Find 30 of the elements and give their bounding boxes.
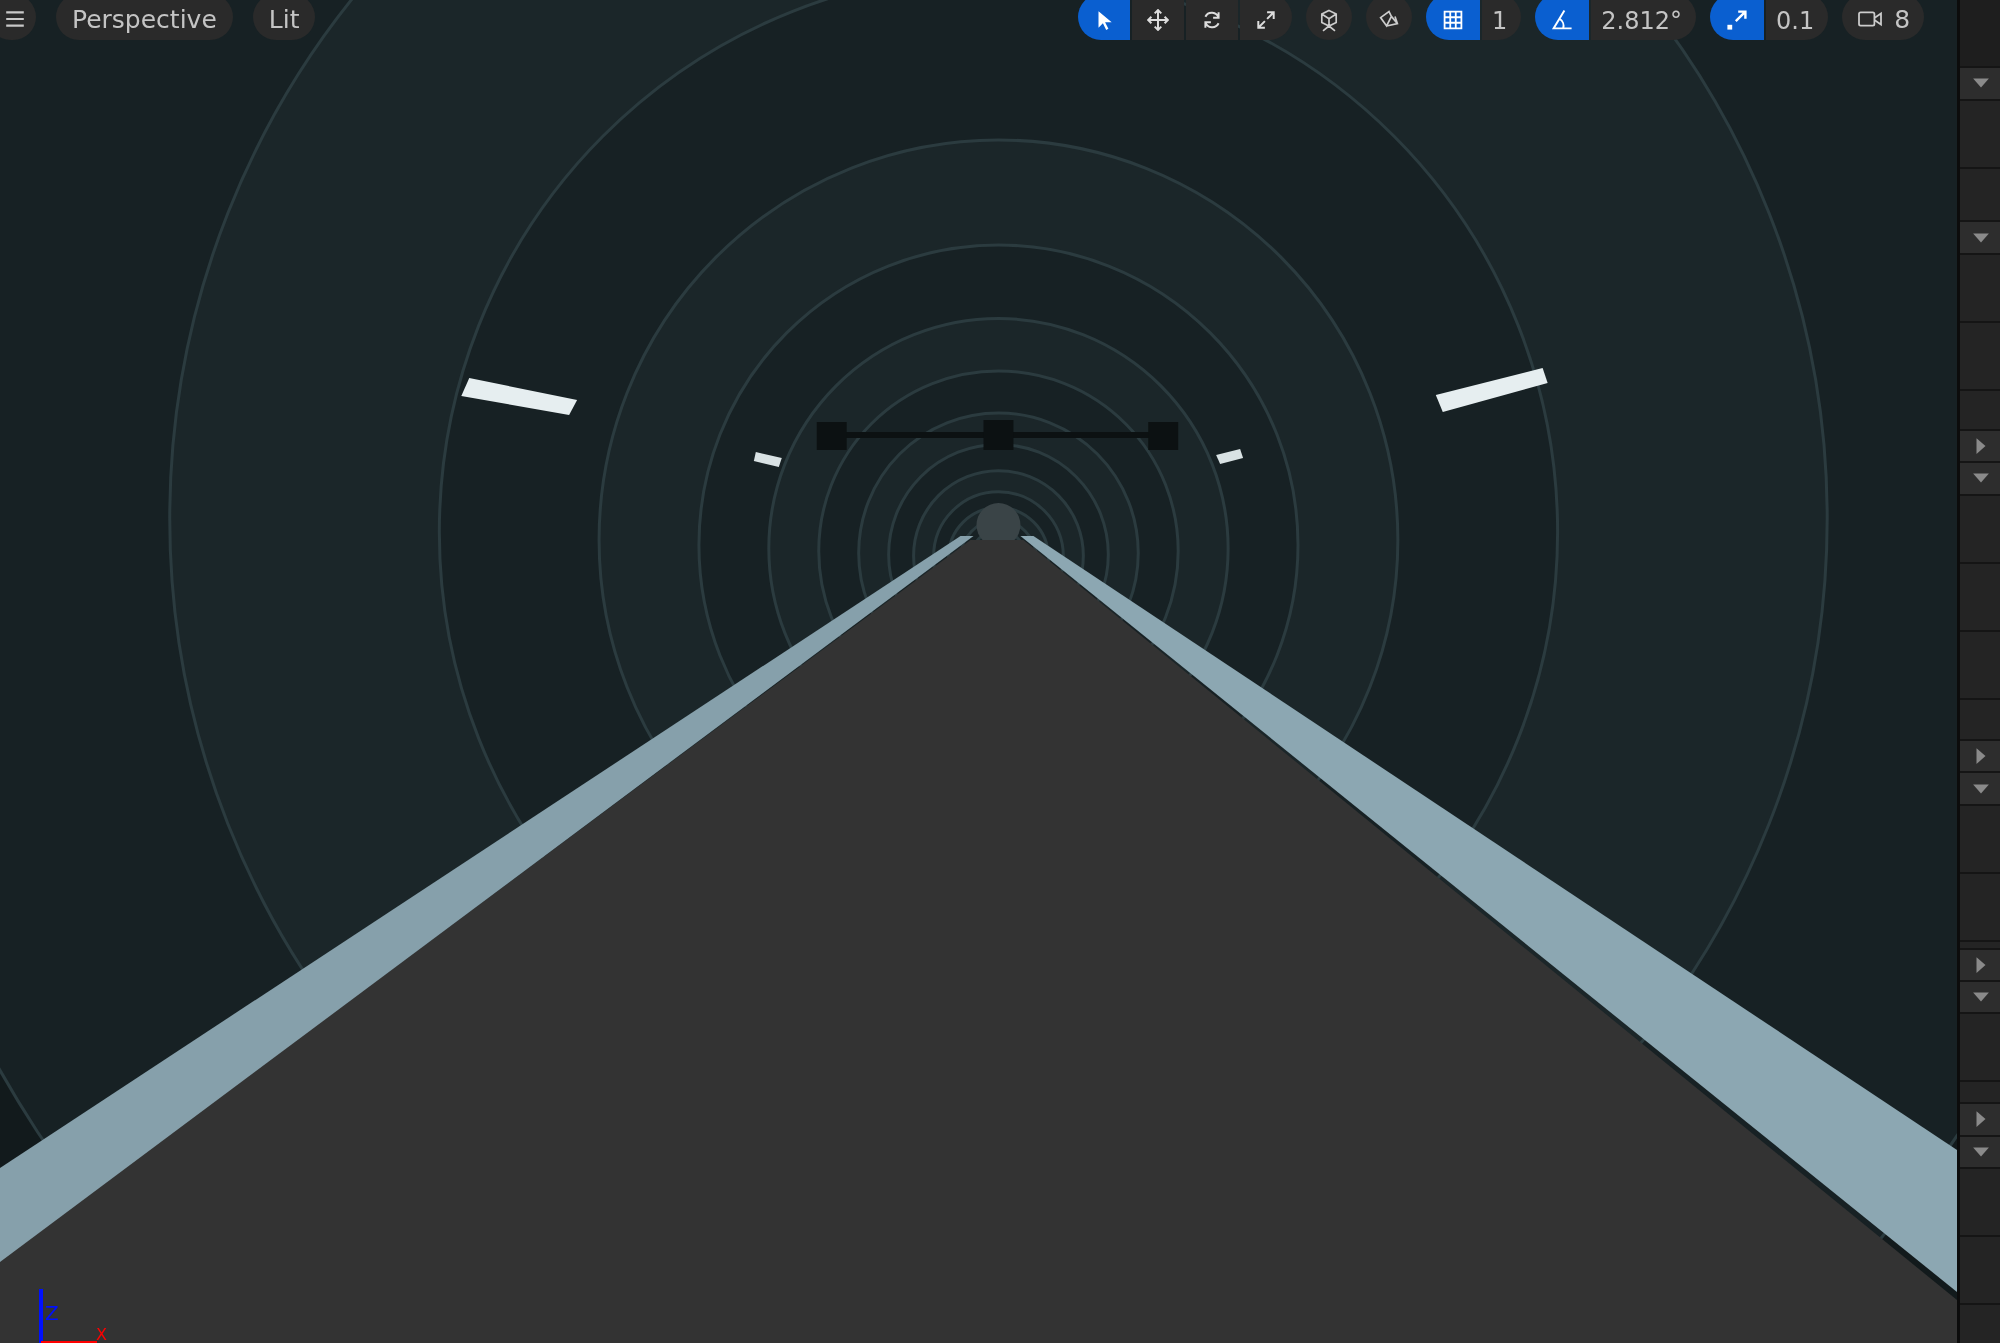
section-header[interactable] <box>1960 463 2000 494</box>
x-axis-label: X <box>96 1327 107 1343</box>
scale-snap-value[interactable]: 0.1 <box>1766 0 1829 40</box>
section-header[interactable] <box>1960 1104 2000 1135</box>
menu-icon <box>4 8 26 30</box>
move-tool-button[interactable] <box>1132 0 1184 40</box>
move-arrows-icon <box>1147 8 1169 31</box>
z-axis-label: Z <box>45 1303 59 1323</box>
rotation-snap-toggle[interactable] <box>1535 0 1590 40</box>
rotate-tool-button[interactable] <box>1186 0 1238 40</box>
section-header[interactable] <box>1960 741 2000 772</box>
axis-gizmo-icon <box>38 1289 98 1343</box>
angle-icon <box>1550 7 1575 32</box>
section-header[interactable] <box>1960 222 2000 253</box>
scale-icon <box>1255 8 1277 31</box>
section-header[interactable] <box>1960 949 2000 980</box>
section-header[interactable] <box>1960 430 2000 462</box>
section-header[interactable] <box>1960 773 2000 804</box>
scale-tool-button[interactable] <box>1240 0 1292 40</box>
section-header[interactable] <box>1960 1136 2000 1168</box>
grid-snap-toggle[interactable] <box>1426 0 1480 40</box>
select-tool-button[interactable] <box>1078 0 1130 40</box>
view-mode-button[interactable]: Perspective <box>56 0 233 40</box>
diagonal-arrow-icon <box>1725 7 1749 32</box>
rotation-snap-value[interactable]: 2.812° <box>1591 0 1696 40</box>
grid-snap-value[interactable]: 1 <box>1482 0 1522 40</box>
scale-snap-toggle[interactable] <box>1710 0 1764 40</box>
section-header[interactable] <box>1960 68 2000 99</box>
camera-speed-button[interactable]: 8 <box>1842 0 1925 40</box>
section-header[interactable] <box>1960 982 2000 1013</box>
